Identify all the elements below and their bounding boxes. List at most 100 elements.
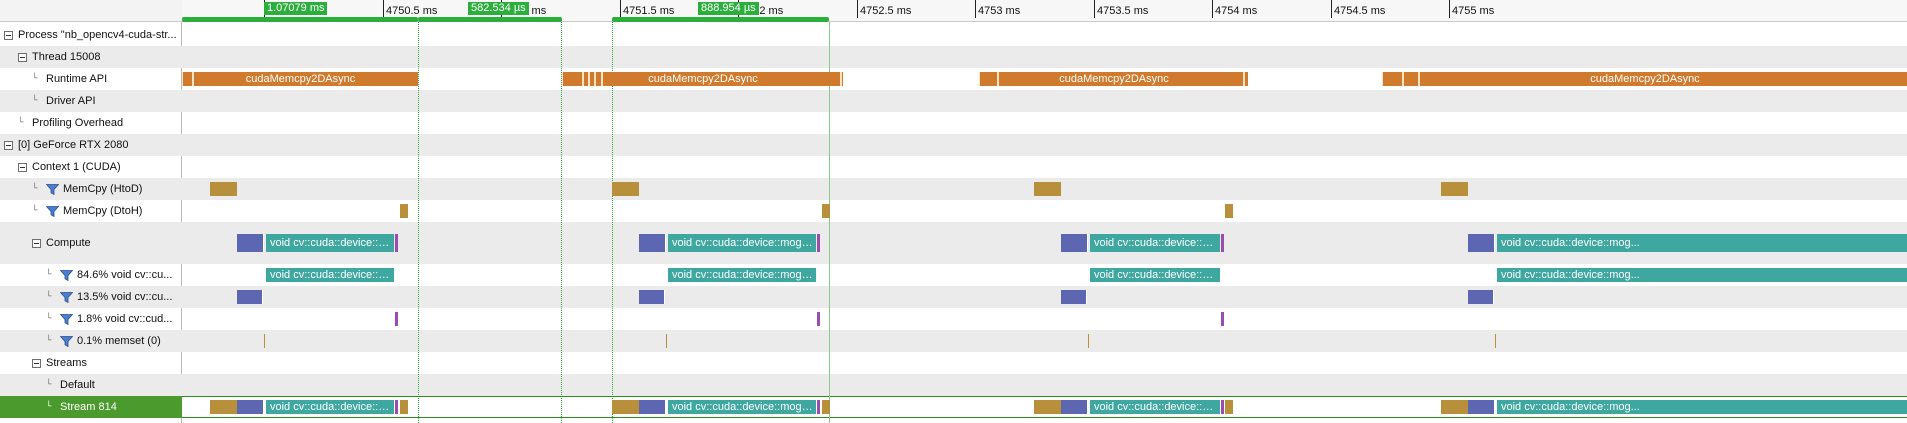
kernel-mog2-event[interactable]: void cv::cuda::device::mog... — [266, 234, 394, 252]
filter-icon[interactable] — [59, 313, 74, 325]
filter-icon[interactable] — [59, 269, 74, 281]
memset-event[interactable] — [1088, 334, 1089, 348]
filter-icon[interactable] — [45, 205, 60, 217]
event-label: cudaMemcpy2DAsync — [1590, 73, 1700, 85]
api-call-divider — [588, 72, 590, 86]
memset-event[interactable] — [666, 334, 667, 348]
memcpy-dtoh-event[interactable] — [1225, 400, 1233, 414]
kernel-event[interactable] — [237, 234, 264, 252]
cudaMemcpy2DAsync-call[interactable]: cudaMemcpy2DAsync — [562, 72, 843, 86]
memcpy-htod-event[interactable] — [210, 182, 237, 196]
event-label: void cv::cuda::device::mog2::m... — [672, 269, 816, 281]
kernel-event[interactable] — [1468, 234, 1495, 252]
range-bar[interactable] — [418, 17, 562, 22]
timeline-row-bg — [182, 112, 1907, 134]
kernel-mog2-event[interactable]: void cv::cuda::device::mog2::m... — [668, 268, 816, 282]
kernel-small-event[interactable] — [1221, 400, 1224, 414]
tree-branch-icon: └ — [32, 184, 38, 194]
kernel-mog2-event[interactable]: void cv::cuda::device::mog... — [266, 268, 394, 282]
tree-branch-icon: └ — [46, 292, 52, 302]
tree-row[interactable]: └ Runtime API — [0, 68, 182, 90]
kernel-mog2-event[interactable]: void cv::cuda::device::mog... — [1497, 268, 1907, 282]
tree-row[interactable]: └ MemCpy (HtoD) — [0, 178, 182, 200]
kernel-mog2-event[interactable]: void cv::cuda::device::mog... — [1497, 234, 1907, 252]
memcpy-htod-event[interactable] — [1034, 400, 1061, 414]
kernel-mog2-event[interactable]: void cv::cuda::device::mog... — [1497, 400, 1907, 414]
tree-row[interactable]: Compute — [0, 222, 182, 264]
tree-row[interactable]: └ 84.6% void cv::cu... — [0, 264, 182, 286]
kernel-mog2-event[interactable]: void cv::cuda::device::mog... — [1090, 234, 1220, 252]
tree-row[interactable]: Thread 15008 — [0, 46, 182, 68]
kernel-event[interactable] — [1061, 234, 1088, 252]
api-call-divider — [1402, 72, 1404, 86]
collapse-toggle-icon[interactable] — [32, 358, 41, 368]
kernel-event[interactable] — [1468, 400, 1495, 414]
kernel-event[interactable] — [1061, 290, 1087, 304]
memset-event[interactable] — [1495, 334, 1496, 348]
time-ruler[interactable]: 4750 ms4750.5 ms4751 ms4751.5 ms4752 ms4… — [182, 0, 1907, 22]
kernel-mog2-event[interactable]: void cv::cuda::device::mog... — [1090, 400, 1220, 414]
kernel-event[interactable] — [1061, 400, 1088, 414]
cudaMemcpy2DAsync-call[interactable]: cudaMemcpy2DAsync — [182, 72, 418, 86]
tree-row[interactable]: Streams — [0, 352, 182, 374]
tree-row[interactable]: [0] GeForce RTX 2080 — [0, 134, 182, 156]
range-bar[interactable] — [182, 17, 418, 22]
ruler-tick-label: 4752.5 ms — [860, 5, 912, 17]
kernel-small-event[interactable] — [817, 400, 820, 414]
kernel-event[interactable] — [639, 400, 666, 414]
tree-row[interactable]: └ 0.1% memset (0) — [0, 330, 182, 352]
tree-row[interactable]: └ Driver API — [0, 90, 182, 112]
range-bar[interactable] — [612, 17, 829, 22]
kernel-small-event[interactable] — [1221, 312, 1224, 326]
timeline-view[interactable]: 4750 ms4750.5 ms4751 ms4751.5 ms4752 ms4… — [182, 0, 1907, 423]
tree-row-label: Compute — [46, 237, 91, 249]
memcpy-htod-event[interactable] — [210, 400, 237, 414]
memcpy-htod-event[interactable] — [1441, 182, 1468, 196]
tree-row-label: Runtime API — [46, 73, 108, 85]
kernel-event[interactable] — [237, 400, 264, 414]
collapse-toggle-icon[interactable] — [4, 30, 13, 40]
collapse-toggle-icon[interactable] — [4, 140, 13, 150]
memcpy-dtoh-event[interactable] — [822, 204, 830, 218]
memcpy-dtoh-event[interactable] — [400, 204, 408, 218]
kernel-mog2-event[interactable]: void cv::cuda::device::mog2::m... — [668, 400, 816, 414]
memset-event[interactable] — [264, 334, 265, 348]
kernel-event[interactable] — [237, 290, 263, 304]
kernel-event[interactable] — [1468, 290, 1494, 304]
kernel-mog2-event[interactable]: void cv::cuda::device::mog... — [1090, 268, 1220, 282]
timeline-row-bg — [182, 134, 1907, 156]
filter-icon[interactable] — [45, 183, 60, 195]
tree-row[interactable]: Process "nb_opencv4-cuda-str... — [0, 24, 182, 46]
cudaMemcpy2DAsync-call[interactable]: cudaMemcpy2DAsync — [979, 72, 1248, 86]
kernel-event[interactable] — [639, 290, 665, 304]
memcpy-dtoh-event[interactable] — [400, 400, 408, 414]
memcpy-htod-event[interactable] — [612, 182, 639, 196]
kernel-small-event[interactable] — [817, 234, 820, 252]
tree-row[interactable]: └ Default — [0, 374, 182, 396]
memcpy-dtoh-event[interactable] — [822, 400, 830, 414]
collapse-toggle-icon[interactable] — [18, 52, 27, 62]
tree-row[interactable]: └ MemCpy (DtoH) — [0, 200, 182, 222]
memcpy-htod-event[interactable] — [612, 400, 639, 414]
tree-row[interactable]: └ Stream 814 — [0, 396, 182, 418]
memcpy-dtoh-event[interactable] — [1225, 204, 1233, 218]
kernel-small-event[interactable] — [395, 400, 398, 414]
filter-icon[interactable] — [59, 291, 74, 303]
cudaMemcpy2DAsync-call[interactable]: cudaMemcpy2DAsync — [1382, 72, 1907, 86]
kernel-mog2-event[interactable]: void cv::cuda::device::mog... — [266, 400, 394, 414]
tree-row[interactable]: └ 13.5% void cv::cu... — [0, 286, 182, 308]
kernel-small-event[interactable] — [1221, 234, 1224, 252]
tree-row[interactable]: Context 1 (CUDA) — [0, 156, 182, 178]
kernel-event[interactable] — [639, 234, 666, 252]
kernel-mog2-event[interactable]: void cv::cuda::device::mog2::m... — [668, 234, 816, 252]
filter-icon[interactable] — [59, 335, 74, 347]
collapse-toggle-icon[interactable] — [18, 162, 27, 172]
collapse-toggle-icon[interactable] — [32, 238, 41, 248]
tree-row[interactable]: └ 1.8% void cv::cud... — [0, 308, 182, 330]
memcpy-htod-event[interactable] — [1441, 400, 1468, 414]
kernel-small-event[interactable] — [817, 312, 820, 326]
kernel-small-event[interactable] — [395, 234, 398, 252]
tree-row[interactable]: └ Profiling Overhead — [0, 112, 182, 134]
memcpy-htod-event[interactable] — [1034, 182, 1061, 196]
kernel-small-event[interactable] — [395, 312, 398, 326]
